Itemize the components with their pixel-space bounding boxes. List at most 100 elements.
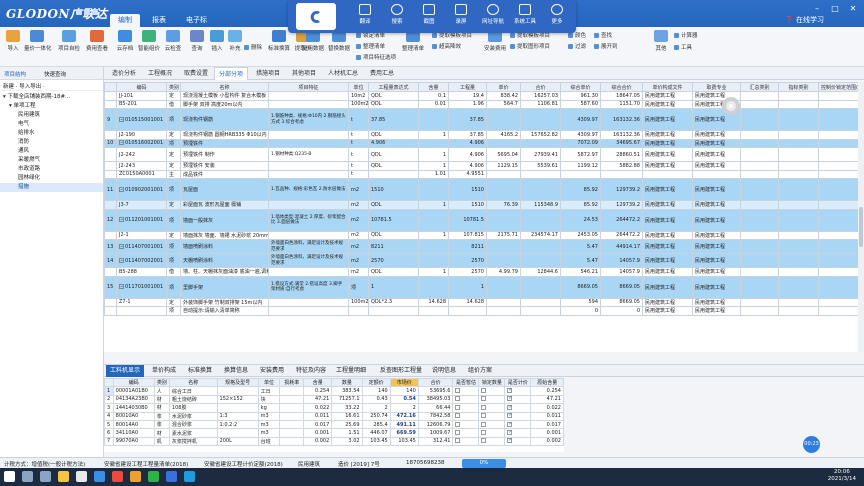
table-row[interactable]: 11−010902001001 项瓦屋面 1.瓦品种、规格:彩色瓦 2.防水层做法 m… [104, 178, 858, 201]
self-check-button[interactable]: 项目自检 [56, 30, 82, 52]
cell-market[interactable]: 669.59 [389, 428, 419, 438]
tree-node-landscape[interactable]: 园林绿化 [0, 174, 103, 183]
cell-feat[interactable]: 1.瓦品种、规格:彩色瓦 2.防水层做法 [268, 178, 349, 201]
tab-features[interactable]: 特征及内容 [292, 365, 330, 377]
tab-install-fee[interactable]: 安装费用 [256, 365, 288, 377]
expand-toggle-icon[interactable]: − [119, 186, 124, 192]
cell-pricing[interactable] [504, 386, 532, 396]
folder-icon[interactable] [58, 471, 69, 482]
tree-node-civil[interactable]: 民用建筑 [0, 111, 103, 120]
cell-expr[interactable]: 1 [368, 275, 419, 299]
filter-button[interactable]: 过滤 [568, 42, 586, 50]
table-row[interactable]: 5 80014A0 浆混合砂浆 1:0.2:2 m3 0.017 25.69 285.4 491… [104, 419, 564, 430]
tab-standard-convert[interactable]: 标准换算 [184, 365, 216, 377]
record-button[interactable]: 录屏 [446, 4, 476, 25]
cell-expr[interactable]: QDL*2.3 [368, 297, 419, 307]
pricing-checkbox[interactable] [507, 413, 513, 419]
lock-qty-checkbox[interactable] [481, 404, 487, 410]
cell-feat[interactable] [268, 200, 349, 210]
chrome-icon[interactable] [112, 471, 123, 482]
cell-pricing[interactable] [504, 394, 532, 405]
store-icon[interactable] [76, 471, 87, 482]
table-row[interactable]: 314414030B0材108胶kg0.02233.222266.440.022 [104, 403, 564, 413]
screenshot-button[interactable]: 截图 [414, 4, 444, 25]
standard-convert-button[interactable]: 标准换算 [266, 30, 292, 52]
cell-feat[interactable] [268, 297, 349, 307]
cell-feat[interactable] [268, 267, 349, 277]
cell-lock-qty[interactable] [478, 436, 506, 447]
minimize-icon[interactable]: – [812, 4, 822, 14]
lock-qty-checkbox[interactable] [481, 396, 487, 402]
cell-expr[interactable]: QDL [368, 230, 419, 240]
cell-estimate[interactable] [452, 386, 480, 396]
table-row[interactable]: 15−011701001001 项里脚手架 1.搭设方式:满堂 2.搭设高度 3.脚… [104, 275, 858, 299]
cell-feat[interactable] [268, 138, 349, 148]
cell-lock-qty[interactable] [478, 419, 506, 430]
cloud-check-button[interactable]: 云检查 [160, 30, 186, 52]
tab-graphic-lookup[interactable]: 反查图形工程量 [376, 365, 426, 377]
cell-market[interactable]: 491.11 [389, 419, 419, 430]
cell-feat[interactable] [268, 91, 349, 101]
cell-expr[interactable]: 2570 [368, 253, 419, 268]
cell-feat[interactable]: 外墙面白色涂料，满足设计及技术规范要求 [268, 239, 349, 254]
table-row[interactable]: 9−010515001001 项现浇构件钢筋 1.钢筋种类、规格:Φ10内 2.钢筋… [104, 108, 858, 131]
tab-labor-material-summary[interactable]: 人材机汇总 [324, 67, 362, 80]
cell-pricing[interactable] [504, 419, 532, 430]
pricing-checkbox[interactable] [507, 422, 513, 427]
install-fee-button[interactable]: 整理清单 [400, 30, 426, 52]
cell-market[interactable]: 472.16 [389, 411, 419, 421]
tree-node-road[interactable]: 市政道路 [0, 165, 103, 174]
cell-estimate[interactable] [452, 394, 480, 405]
tab-other-items[interactable]: 其他项目 [288, 67, 320, 80]
tab-quick-query[interactable]: 快速查询 [44, 70, 66, 78]
pricing-checkbox[interactable] [507, 430, 513, 436]
cell-estimate[interactable] [452, 403, 480, 413]
close-icon[interactable]: ✕ [848, 4, 858, 14]
cell-feat[interactable] [268, 169, 349, 179]
left-panel-toolbar[interactable]: 新建 · 导入导出 · [0, 80, 103, 91]
lock-qty-checkbox[interactable] [481, 388, 487, 394]
url-nav-button[interactable]: 网址导航 [478, 4, 508, 25]
sort-list-button[interactable]: 整理清单 [356, 42, 385, 50]
tab-materials[interactable]: 工料机显示 [106, 365, 145, 377]
estimate-checkbox[interactable] [455, 404, 461, 410]
cell-feat[interactable]: 1.墙体类型:混凝土 2.厚度、砂浆配合比 3.面层做法 [268, 208, 349, 232]
cell-expr[interactable]: QDL [368, 147, 419, 162]
expand-to-button[interactable]: 展开到 [594, 42, 618, 50]
estimate-checkbox[interactable] [455, 413, 461, 419]
tab-convert-info[interactable]: 换算信息 [220, 365, 252, 377]
other-tools-button[interactable]: 其他 [648, 30, 674, 52]
glodon-icon[interactable] [166, 471, 177, 482]
tool-menu-button[interactable]: 工具 [674, 43, 692, 51]
cell-lock-qty[interactable] [478, 403, 506, 413]
cell-expr[interactable]: 37.85 [368, 108, 419, 131]
edge-icon[interactable] [94, 471, 105, 482]
cell-expr[interactable]: 4.906 [368, 138, 419, 148]
cell-market[interactable]: 140 [389, 386, 419, 396]
delete-button[interactable]: 删除 [244, 43, 262, 51]
expand-toggle-icon[interactable]: − [119, 140, 124, 146]
cell-estimate[interactable] [452, 411, 480, 421]
tab-project-structure[interactable]: 项目结构 [4, 70, 26, 78]
tree-node-plumbing[interactable]: 给排水 [0, 129, 103, 138]
cell-feat[interactable]: 1.钢材种类:Q235-B [268, 147, 349, 162]
cell-expr[interactable]: QDL [368, 200, 419, 210]
cell-expr[interactable] [368, 306, 419, 316]
tab-project-overview[interactable]: 工程概况 [144, 67, 176, 80]
other-button[interactable]: 安装费用 [482, 30, 508, 52]
tab-notes[interactable]: 说明信息 [428, 365, 460, 377]
more-button[interactable]: 更多 [542, 4, 572, 25]
system-clock[interactable]: 20:06 2021/3/14 [828, 469, 856, 483]
task-view-icon[interactable] [40, 471, 51, 482]
cell-market[interactable]: 0.54 [389, 394, 419, 405]
cell-feat[interactable] [268, 306, 349, 316]
calculator-button[interactable]: 计算器 [674, 31, 698, 39]
pricing-checkbox[interactable] [507, 438, 513, 444]
table-row[interactable]: J3-7 定彩屋面瓦 波形瓦屋面 檩铺 m2 QDL 1 1510 76.39 115348.… [104, 200, 858, 210]
cloud-archive-button[interactable]: 云存档 [112, 30, 138, 52]
import-button[interactable]: 导入 [0, 30, 26, 52]
cell-estimate[interactable] [452, 419, 480, 430]
cell-expr[interactable]: QDL [368, 99, 419, 109]
system-tools-button[interactable]: 系统工具 [510, 4, 540, 25]
cell-feat[interactable] [268, 161, 349, 171]
